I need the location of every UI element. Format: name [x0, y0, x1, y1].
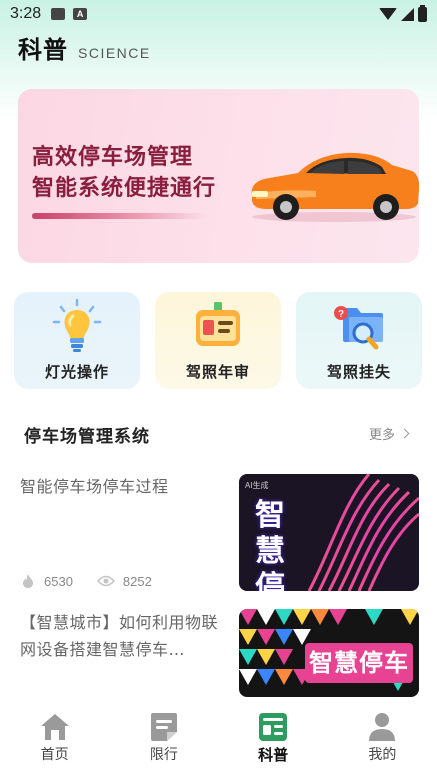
bottom-tab-bar: 首页 限行 科普 我的 [0, 702, 437, 778]
tab-restriction[interactable]: 限行 [109, 702, 218, 778]
user-icon [369, 713, 396, 741]
page-header: 科普 SCIENCE [18, 30, 151, 65]
tab-label: 限行 [149, 747, 178, 763]
article-title[interactable]: 智能停车场停车过程 [20, 473, 220, 500]
more-label: 更多 [369, 428, 396, 443]
status-bar: 3:28 A [0, 0, 437, 28]
section-title: 停车场管理系统 [24, 427, 150, 447]
cell-signal-icon [401, 7, 414, 21]
battery-icon [418, 4, 427, 22]
image-notification-icon [51, 8, 66, 20]
tab-label: 首页 [40, 747, 69, 763]
article-thumbnail[interactable]: AI生成 智慧停车 [239, 474, 419, 591]
tab-profile[interactable]: 我的 [328, 702, 437, 778]
tab-home[interactable]: 首页 [0, 702, 109, 778]
tab-label: 我的 [368, 747, 397, 763]
home-icon [40, 714, 69, 740]
car-illustration-icon [251, 152, 419, 222]
id-card-icon [196, 302, 240, 346]
banner-headline: 高效停车场管理 [32, 145, 194, 170]
article-stats: 6530 8252 [20, 573, 152, 589]
thumbnail-badge: AI生成 [245, 481, 269, 490]
views-count: 8252 [122, 573, 152, 589]
promo-banner[interactable]: 高效停车场管理 智能系统便捷通行 [18, 89, 419, 263]
svg-text:?: ? [338, 309, 344, 320]
likes-count: 6530 [44, 573, 73, 589]
status-time: 3:28 [10, 5, 42, 22]
lightbulb-icon [52, 298, 102, 352]
news-icon [259, 713, 288, 741]
tab-science[interactable]: 科普 [219, 702, 328, 778]
a-notification-icon: A [73, 8, 88, 20]
page-subtitle: SCIENCE [78, 45, 151, 61]
page-title: 科普 [18, 36, 68, 64]
tile-label: 灯光操作 [44, 363, 109, 381]
tile-license-annual-review[interactable]: 驾照年审 [155, 292, 281, 389]
tile-license-loss-report[interactable]: ? 驾照挂失 [296, 292, 422, 389]
eye-icon [96, 575, 115, 587]
more-link[interactable]: 更多 [369, 424, 410, 443]
article-title[interactable]: 【智慧城市】如何利用物联网设备搭建智慧停车… [20, 609, 220, 663]
note-icon [150, 713, 177, 741]
banner-subheadline: 智能系统便捷通行 [32, 176, 217, 201]
article-thumbnail[interactable]: 智慧停车 [239, 609, 419, 697]
folder-search-icon: ? [334, 306, 383, 350]
tile-label: 驾照年审 [185, 363, 250, 381]
tile-light-operation[interactable]: 灯光操作 [14, 292, 140, 389]
flame-icon [23, 574, 33, 588]
tab-label: 科普 [258, 746, 289, 764]
chevron-right-icon [399, 428, 410, 439]
thumbnail-text: 智慧停车 [255, 498, 286, 591]
thumbnail-text: 智慧停车 [309, 649, 409, 677]
tile-label: 驾照挂失 [326, 363, 391, 381]
banner-accent-bar [32, 213, 208, 219]
wifi-icon [379, 8, 397, 20]
